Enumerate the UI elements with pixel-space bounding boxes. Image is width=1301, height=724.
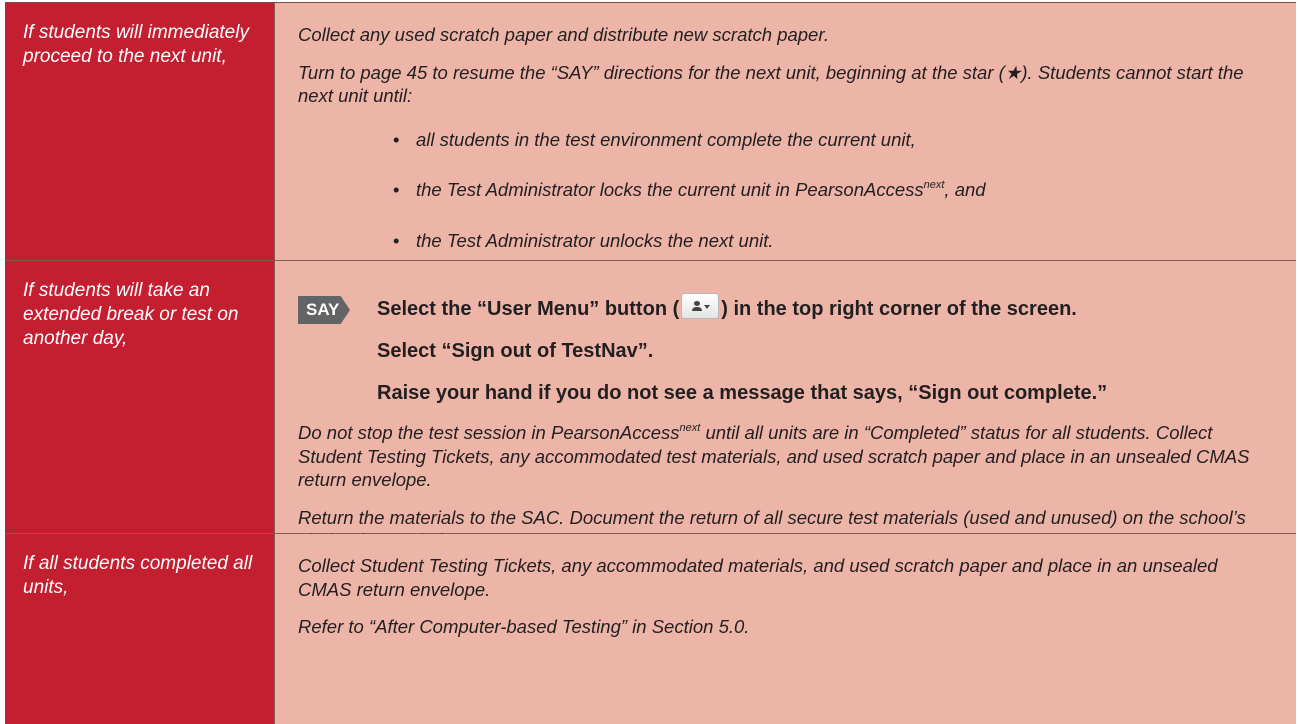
condition-cell: If students will take an extended break … [5,261,275,533]
list-item: • the Test Administrator unlocks the nex… [393,229,1276,253]
say-block: SAY Select the “User Menu” button ( ) in … [298,293,1276,405]
instructions-table: If students will immediately proceed to … [5,2,1296,724]
instruction-cell: SAY Select the “User Menu” button ( ) in … [275,261,1296,551]
condition-cell: If all students completed all units, [5,534,275,724]
say-badge: SAY [298,296,350,324]
list-item-text: the Test Administrator unlocks the next … [416,229,774,251]
list-item: • all students in the test environment c… [393,128,1276,152]
list-item: • the Test Administrator locks the curre… [393,178,1276,202]
table-row: If students will immediately proceed to … [5,3,1296,261]
list-item-text-end: , and [944,179,986,200]
bullet-icon: • [393,229,400,251]
bullet-icon: • [393,179,400,200]
say-text: ) in the top right corner of the screen. [721,298,1077,320]
user-menu-icon [681,293,720,319]
table-row: If students will take an extended break … [5,261,1296,551]
bullet-icon: • [393,128,400,150]
superscript-next: next [679,422,701,434]
instruction-paragraph: Do not stop the test session in PearsonA… [298,422,1250,490]
instruction-cell: Collect any used scratch paper and distr… [275,3,1296,260]
instruction-paragraph: Collect Student Testing Tickets, any acc… [298,555,1218,600]
say-text: Select the “User Menu” button ( [377,298,680,320]
instruction-paragraph: Refer to “After Computer-based Testing” … [298,616,750,637]
instruction-paragraph: Turn to page 45 to resume the “SAY” dire… [298,61,1244,107]
table-row: If all students completed all units, Col… [5,534,1296,724]
say-line: Select the “User Menu” button ( ) in the … [377,293,1276,321]
list-item-text: the Test Administrator locks the current… [416,179,924,200]
instruction-paragraph: Collect any used scratch paper and distr… [298,24,829,45]
say-line: Raise your hand if you do not see a mess… [377,382,1108,404]
instruction-cell: Collect Student Testing Tickets, any acc… [275,534,1296,724]
list-item-text: all students in the test environment com… [416,128,916,150]
superscript-next: next [923,179,945,191]
bullet-list: • all students in the test environment c… [393,128,1276,253]
condition-cell: If students will immediately proceed to … [5,3,275,260]
say-line: Select “Sign out of TestNav”. [377,340,654,362]
